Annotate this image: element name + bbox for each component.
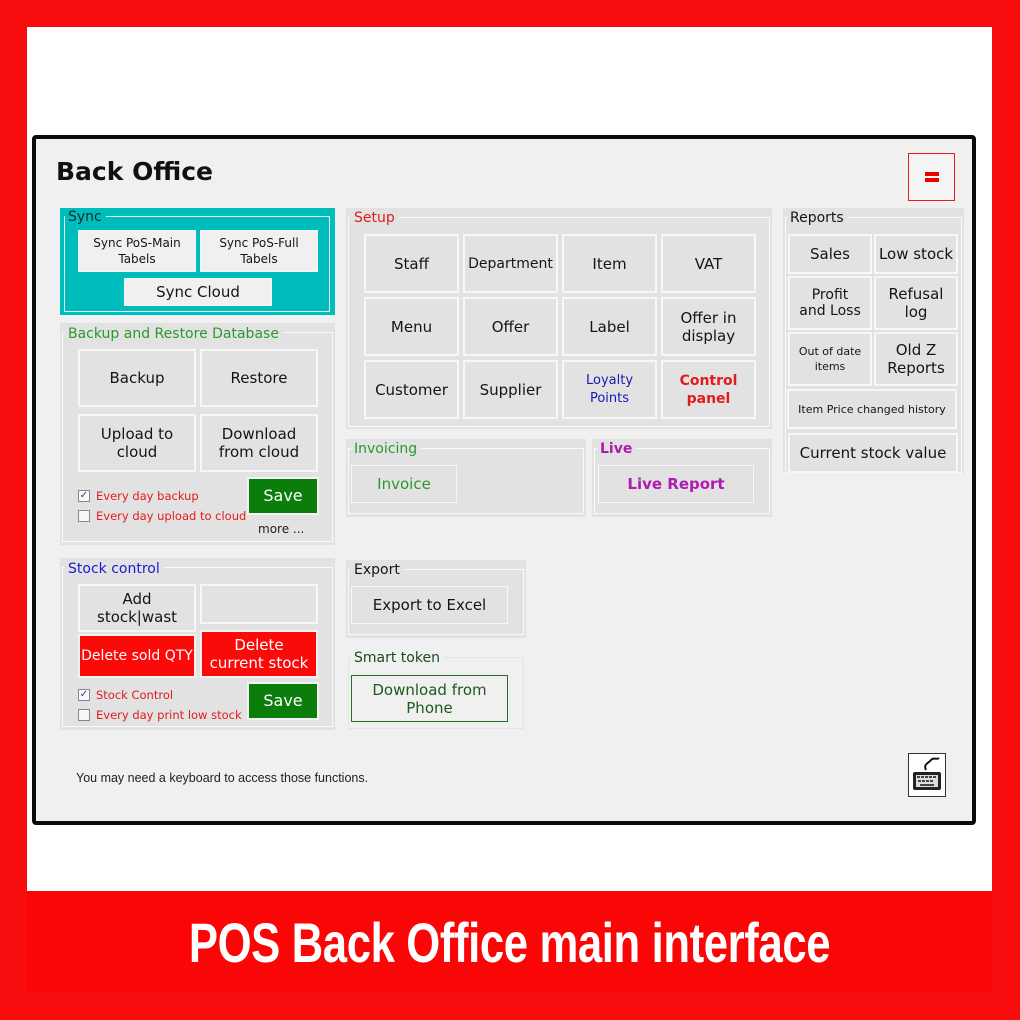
checkbox-checked-icon: ✓ <box>78 689 90 701</box>
backup-save-button[interactable]: Save <box>247 477 319 515</box>
sync-main-tables-button[interactable]: Sync PoS-Main Tabels <box>78 230 196 272</box>
supplier-button[interactable]: Supplier <box>463 360 558 419</box>
reports-group: Reports Sales Low stock Profit and Loss … <box>783 208 964 473</box>
sync-full-tables-button[interactable]: Sync PoS-Full Tabels <box>200 230 318 272</box>
delete-current-stock-button[interactable]: Delete current stock <box>200 630 318 678</box>
delete-sold-qty-button[interactable]: Delete sold QTY <box>78 634 196 678</box>
page-title: Back Office <box>56 157 213 186</box>
download-from-phone-button[interactable]: Download from Phone <box>351 675 508 722</box>
restore-button[interactable]: Restore <box>200 349 318 407</box>
current-stock-value-button[interactable]: Current stock value <box>788 433 958 473</box>
control-panel-button[interactable]: Control panel <box>661 360 756 419</box>
low-stock-report-button[interactable]: Low stock <box>874 234 958 274</box>
offer-button[interactable]: Offer <box>463 297 558 356</box>
menu-button[interactable]: Menu <box>364 297 459 356</box>
upload-to-cloud-button[interactable]: Upload to cloud <box>78 414 196 472</box>
more-link[interactable]: more ... <box>258 522 304 536</box>
stock-control-legend: Stock control <box>65 561 164 577</box>
live-group: Live Live Report <box>592 439 772 517</box>
item-button[interactable]: Item <box>562 234 657 293</box>
department-button[interactable]: Department <box>463 234 558 293</box>
stock-control-group: Stock control Add stock|wast Delete sold… <box>60 558 335 730</box>
backup-button[interactable]: Backup <box>78 349 196 407</box>
backup-group: Backup and Restore Database Backup Resto… <box>60 323 335 545</box>
export-legend: Export <box>351 562 404 578</box>
sync-legend: Sync <box>65 209 106 225</box>
hamburger-icon <box>924 172 939 182</box>
item-price-history-button[interactable]: Item Price changed history <box>787 389 957 429</box>
menu-button[interactable] <box>908 153 955 201</box>
every-day-upload-checkbox[interactable]: Every day upload to cloud <box>78 509 246 523</box>
loyalty-points-button[interactable]: Loyalty Points <box>562 360 657 419</box>
sales-report-button[interactable]: Sales <box>788 234 872 274</box>
offer-in-display-button[interactable]: Offer in display <box>661 297 756 356</box>
staff-button[interactable]: Staff <box>364 234 459 293</box>
reports-legend: Reports <box>787 210 848 226</box>
vat-button[interactable]: VAT <box>661 234 756 293</box>
keyboard-icon <box>913 757 941 790</box>
refusal-log-button[interactable]: Refusal log <box>874 276 958 330</box>
smart-token-group: Smart token Download from Phone <box>346 648 526 730</box>
backup-legend: Backup and Restore Database <box>65 326 283 342</box>
keyboard-button[interactable] <box>908 753 946 797</box>
sync-group: Sync Sync PoS-Main Tabels Sync PoS-Full … <box>60 208 335 315</box>
old-z-reports-button[interactable]: Old Z Reports <box>874 332 958 386</box>
invoice-button[interactable]: Invoice <box>351 465 457 503</box>
back-office-window: Back Office Sync Sync PoS-Main Tabels Sy… <box>32 135 976 825</box>
export-to-excel-button[interactable]: Export to Excel <box>351 586 508 624</box>
export-group: Export Export to Excel <box>346 560 526 638</box>
label-button[interactable]: Label <box>562 297 657 356</box>
sync-cloud-button[interactable]: Sync Cloud <box>124 278 272 306</box>
download-from-cloud-button[interactable]: Download from cloud <box>200 414 318 472</box>
caption-text: POS Back Office main interface <box>188 910 831 974</box>
caption-band: POS Back Office main interface <box>27 891 992 993</box>
print-low-stock-checkbox[interactable]: Every day print low stock <box>78 708 242 722</box>
checkbox-unchecked-icon <box>78 709 90 721</box>
stock-save-button[interactable]: Save <box>247 682 319 720</box>
stock-control-checkbox[interactable]: ✓ Stock Control <box>78 688 173 702</box>
live-legend: Live <box>597 441 637 457</box>
profit-and-loss-button[interactable]: Profit and Loss <box>788 276 872 330</box>
every-day-backup-checkbox[interactable]: ✓ Every day backup <box>78 489 199 503</box>
out-of-date-items-button[interactable]: Out of date items <box>788 332 872 386</box>
invoicing-legend: Invoicing <box>351 441 422 457</box>
live-report-button[interactable]: Live Report <box>598 465 754 503</box>
smart-token-legend: Smart token <box>351 650 444 666</box>
invoicing-group: Invoicing Invoice <box>346 439 586 517</box>
checkbox-unchecked-icon <box>78 510 90 522</box>
empty-button[interactable] <box>200 584 318 624</box>
customer-button[interactable]: Customer <box>364 360 459 419</box>
add-stock-waste-button[interactable]: Add stock|wast <box>78 584 196 632</box>
keyboard-hint: You may need a keyboard to access those … <box>76 771 369 785</box>
setup-legend: Setup <box>351 210 399 226</box>
setup-group: Setup Staff Department Item VAT Menu Offer Lab… <box>346 208 772 429</box>
checkbox-checked-icon: ✓ <box>78 490 90 502</box>
